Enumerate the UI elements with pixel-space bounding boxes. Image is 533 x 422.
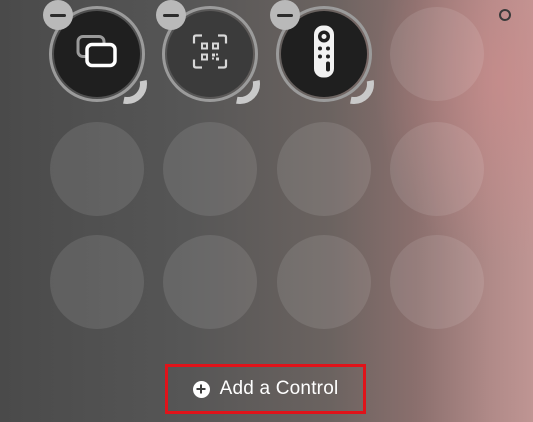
empty-control-slot[interactable] [163, 235, 257, 329]
screen-mirroring-control[interactable] [43, 0, 147, 104]
plus-circle-icon [192, 380, 210, 398]
empty-control-slot[interactable] [277, 235, 371, 329]
remove-control-button[interactable] [270, 0, 300, 30]
tv-remote-icon [313, 25, 335, 84]
add-control-button[interactable]: Add a Control [168, 367, 363, 411]
apple-tv-remote-control[interactable] [270, 0, 374, 104]
empty-control-slot[interactable] [50, 235, 144, 329]
remove-control-button[interactable] [156, 0, 186, 30]
empty-control-slot[interactable] [390, 122, 484, 216]
empty-control-slot[interactable] [50, 122, 144, 216]
empty-control-slot[interactable] [390, 235, 484, 329]
control-center-edit-screen: Add a Control [0, 0, 533, 422]
status-dot-icon [499, 9, 511, 21]
add-control-label: Add a Control [219, 378, 339, 399]
minus-icon [50, 13, 66, 17]
minus-icon [163, 13, 179, 17]
code-scanner-control[interactable] [156, 0, 260, 104]
control-grid [43, 0, 486, 329]
remove-control-button[interactable] [43, 0, 73, 30]
screen-mirroring-icon [75, 34, 119, 75]
add-control-highlight: Add a Control [165, 364, 366, 414]
empty-control-slot[interactable] [163, 122, 257, 216]
empty-control-slot[interactable] [390, 7, 484, 101]
empty-control-slot[interactable] [277, 122, 371, 216]
minus-icon [277, 13, 293, 17]
qr-code-scanner-icon [192, 34, 228, 75]
